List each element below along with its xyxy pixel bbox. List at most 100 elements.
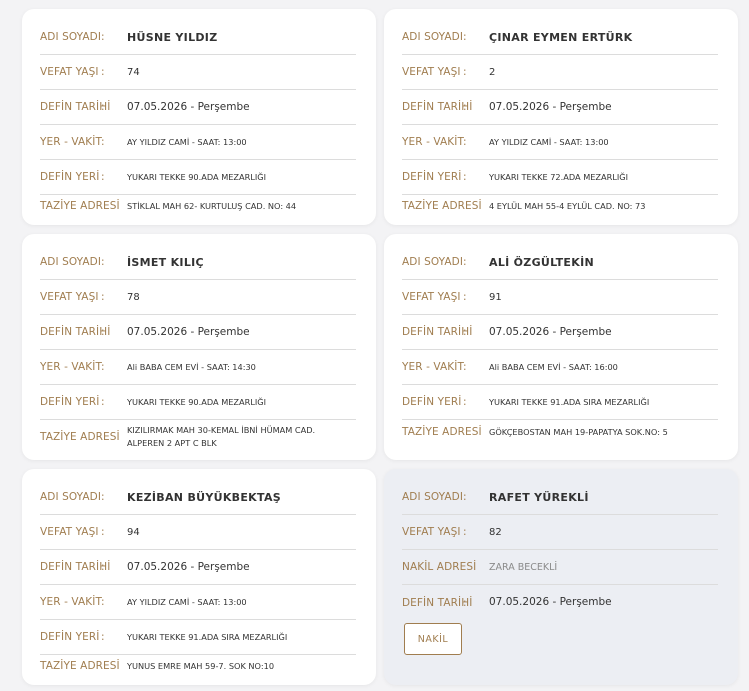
colon: : [101,526,105,538]
burial-date-row: DEFİN TARİHİ : 07.05.2026 - Perşembe [402,90,718,125]
colon: : [463,326,467,338]
burial-date-value: 07.05.2026 - Perşembe [489,325,612,338]
transfer-address-label: NAKİL ADRESİ [402,561,477,573]
obituary-card: ADI SOYADI : ÇINAR EYMEN ERTÜRK VEFAT YA… [384,9,738,225]
colon: : [101,66,105,78]
name-label: ADI SOYADI [40,491,102,503]
colon: : [101,491,105,503]
burial-date-row: DEFİN TARİHİ : 07.05.2026 - Perşembe [40,90,356,125]
burial-place-label: DEFİN YERİ [402,396,462,408]
age-row: VEFAT YAŞI : 91 [402,280,718,315]
age-label: VEFAT YAŞI [40,291,99,303]
name-row: ADI SOYADI : RAFET YÜREKLİ [402,480,718,515]
colon: : [463,31,467,43]
burial-place-row: DEFİN YERİ : YUKARI TEKKE 91.ADA SIRA ME… [402,385,718,420]
age-value: 74 [127,66,140,78]
burial-place-value: YUKARI TEKKE 91.ADA SIRA MEZARLIĞI [489,396,650,407]
age-row: VEFAT YAŞI : 2 [402,55,718,90]
burial-date-value: 07.05.2026 - Perşembe [127,560,250,573]
colon: : [101,596,105,608]
burial-place-label: DEFİN YERİ [402,171,462,183]
burial-place-label: DEFİN YERİ [40,396,100,408]
condolence-address-row: TAZİYE ADRESİ YUNUS EMRE MAH 59-7. SOK N… [40,652,356,680]
age-row: VEFAT YAŞI : 94 [40,515,356,550]
obituary-card: ADI SOYADI : ALİ ÖZGÜLTEKİN VEFAT YAŞI :… [384,234,738,460]
burial-date-label: DEFİN TARİHİ [402,596,473,609]
colon: : [463,361,467,373]
place-time-value: AY YILDIZ CAMİ - SAAT: 13:00 [127,136,247,147]
age-label: VEFAT YAŞI [402,291,461,303]
condolence-address-label: TAZİYE ADRESİ [402,426,482,438]
condolence-address-label: TAZİYE ADRESİ [40,431,120,443]
burial-place-row: DEFİN YERİ : YUKARI TEKKE 72.ADA MEZARLI… [402,160,718,195]
colon: : [101,136,105,148]
place-time-row: YER - VAKİT : Ali BABA CEM EVİ - SAAT: 1… [402,350,718,385]
colon: : [463,136,467,148]
name-row: ADI SOYADI : KEZİBAN BÜYÜKBEKTAŞ [40,480,356,515]
place-time-value: AY YILDIZ CAMİ - SAAT: 13:00 [489,136,609,147]
burial-date-value: 07.05.2026 - Perşembe [489,596,612,608]
burial-place-value: YUKARI TEKKE 90.ADA MEZARLIĞI [127,396,267,407]
burial-place-label: DEFİN YERİ [40,631,100,643]
name-label: ADI SOYADI [40,256,102,268]
colon: : [101,361,105,373]
nakil-button[interactable]: NAKİL [404,623,462,655]
condolence-address-label: TAZİYE ADRESİ [402,200,482,212]
colon: : [463,491,467,503]
condolence-address-value: KIZILIRMAK MAH 30-KEMAL İBNİ HÜMAM CAD. … [127,425,316,448]
colon: : [463,291,467,303]
place-time-label: YER - VAKİT [402,361,464,373]
burial-date-value: 07.05.2026 - Perşembe [127,325,250,338]
name-label: ADI SOYADI [40,31,102,43]
place-time-row: YER - VAKİT : AY YILDIZ CAMİ - SAAT: 13:… [40,125,356,160]
condolence-address-row: TAZİYE ADRESİ STİKLAL MAH 62- KURTULUŞ C… [40,192,356,220]
place-time-label: YER - VAKİT [402,136,464,148]
place-time-row: YER - VAKİT : Ali BABA CEM EVİ - SAAT: 1… [40,350,356,385]
colon: : [463,596,467,609]
colon: : [463,101,467,113]
age-label: VEFAT YAŞI [402,66,461,78]
burial-date-label: DEFİN TARİHİ [402,326,473,338]
deceased-name: RAFET YÜREKLİ [489,490,589,504]
condolence-address-row: TAZİYE ADRESİ KIZILIRMAK MAH 30-KEMAL İB… [40,420,356,454]
obituary-card: ADI SOYADI : KEZİBAN BÜYÜKBEKTAŞ VEFAT Y… [22,469,376,685]
colon: : [101,631,105,643]
condolence-address-value: 4 EYLÜL MAH 55-4 EYLÜL CAD. NO: 73 [489,200,646,211]
age-label: VEFAT YAŞI [40,526,99,538]
age-row: VEFAT YAŞI : 78 [40,280,356,315]
name-label: ADI SOYADI [402,31,464,43]
burial-place-label: DEFİN YERİ [40,171,100,183]
place-time-row: YER - VAKİT : AY YILDIZ CAMİ - SAAT: 13:… [402,125,718,160]
colon: : [101,396,105,408]
obituary-card: ADI SOYADI : İSMET KILIÇ VEFAT YAŞI : 78… [22,234,376,460]
age-value: 78 [127,291,140,303]
name-label: ADI SOYADI [402,256,464,268]
condolence-address-value: YUNUS EMRE MAH 59-7. SOK NO:10 [127,660,275,671]
colon: : [463,66,467,78]
colon: : [101,101,105,113]
place-time-label: YER - VAKİT [40,596,102,608]
colon: : [463,396,467,408]
burial-place-row: DEFİN YERİ : YUKARI TEKKE 90.ADA MEZARLI… [40,160,356,195]
condolence-address-label: TAZİYE ADRESİ [40,660,120,672]
age-value: 2 [489,66,496,78]
colon: : [101,31,105,43]
burial-date-value: 07.05.2026 - Perşembe [489,100,612,113]
burial-date-label: DEFİN TARİHİ [40,101,111,113]
condolence-address-label: TAZİYE ADRESİ [40,200,120,212]
age-row: VEFAT YAŞI : 82 [402,515,718,550]
deceased-name: ÇINAR EYMEN ERTÜRK [489,30,633,44]
burial-date-label: DEFİN TARİHİ [40,561,111,573]
colon: : [101,291,105,303]
transfer-address-row: NAKİL ADRESİ ZARA BECEKLİ [402,550,718,585]
place-time-row: YER - VAKİT : AY YILDIZ CAMİ - SAAT: 13:… [40,585,356,620]
burial-place-value: YUKARI TEKKE 91.ADA SIRA MEZARLIĞI [127,631,288,642]
deceased-name: İSMET KILIÇ [127,255,204,269]
place-time-value: AY YILDIZ CAMİ - SAAT: 13:00 [127,596,247,607]
colon: : [463,526,467,538]
colon: : [101,256,105,268]
place-time-value: Ali BABA CEM EVİ - SAAT: 16:00 [489,361,618,372]
place-time-label: YER - VAKİT [40,361,102,373]
age-row: VEFAT YAŞI : 74 [40,55,356,90]
name-row: ADI SOYADI : ÇINAR EYMEN ERTÜRK [402,20,718,55]
